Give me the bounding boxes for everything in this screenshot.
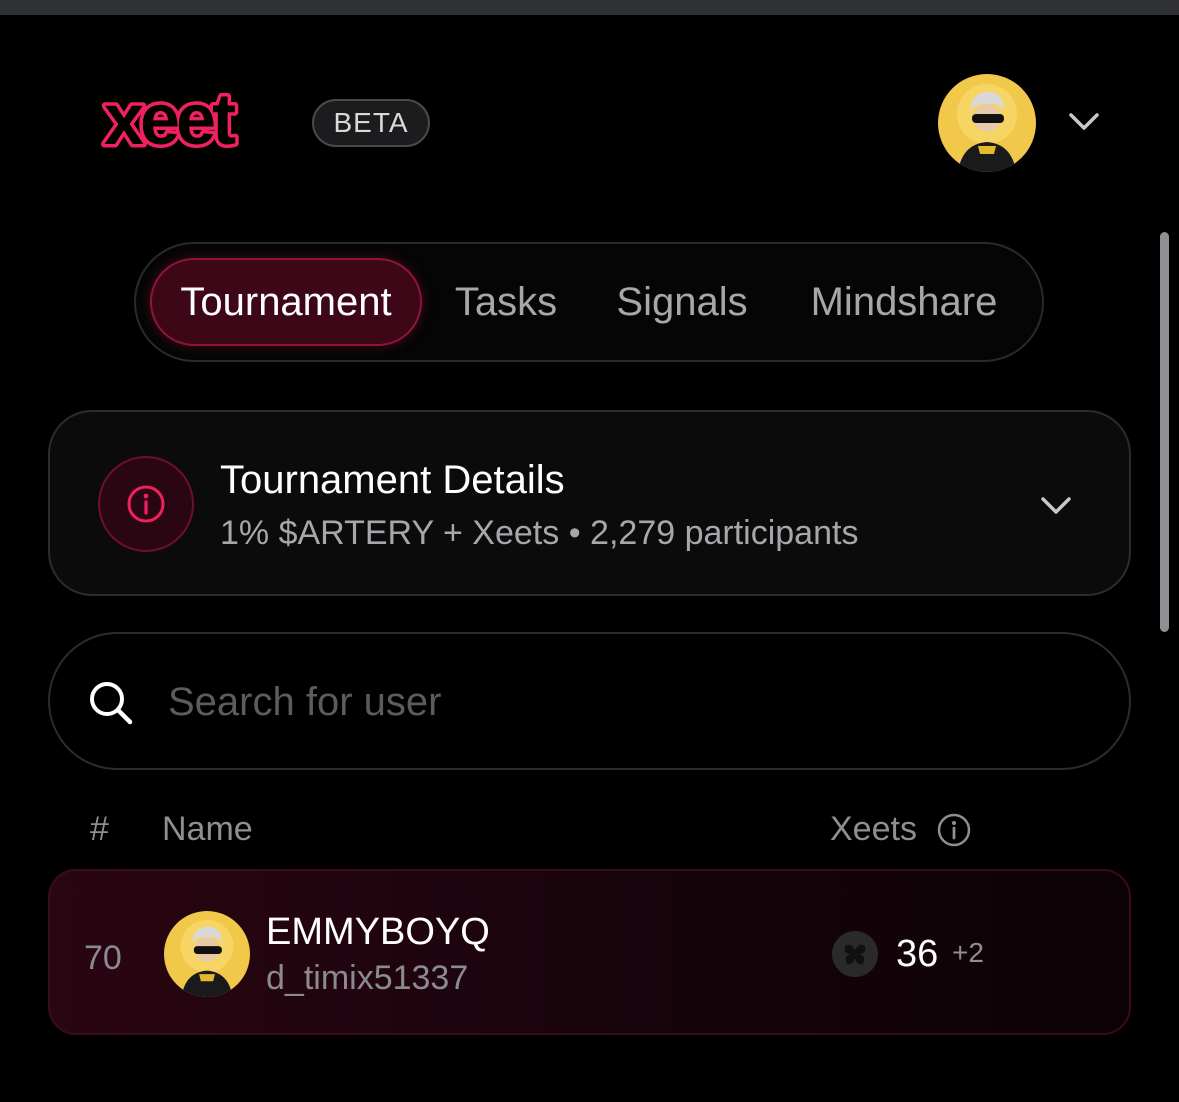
search-bar [48,632,1131,770]
column-header-name: Name [162,810,253,848]
window-top-bar [0,0,1179,15]
details-title: Tournament Details [220,458,565,502]
column-header-xeets: Xeets [830,810,917,848]
info-icon [98,456,194,552]
beta-badge: BETA [312,99,430,147]
row-handle: d_timix51337 [266,959,469,997]
tab-signals[interactable]: Signals [602,258,762,346]
row-display-name: EMMYBOYQ [266,911,490,953]
tab-tournament[interactable]: Tournament [150,258,422,346]
user-avatar[interactable] [938,74,1036,172]
chevron-down-icon[interactable] [1038,490,1074,520]
tab-mindshare[interactable]: Mindshare [792,258,1016,346]
column-header-rank: # [90,810,109,848]
chevron-down-icon[interactable] [1066,106,1102,136]
row-xeets-delta: +2 [952,937,984,968]
xeet-token-icon [832,931,878,977]
search-input[interactable] [168,670,1068,734]
tournament-details-card[interactable]: Tournament Details 1% $ARTERY + Xeets • … [48,410,1131,596]
tab-tasks[interactable]: Tasks [436,258,576,346]
table-row[interactable]: 70 EMMYBOYQ d_timix51337 36 +2 [48,869,1131,1035]
tab-bar: Tournament Tasks Signals Mindshare [134,242,1044,362]
scrollbar[interactable] [1160,232,1169,632]
row-xeets-score: 36 [896,933,939,975]
avatar [164,911,250,997]
svg-text:xeet: xeet [104,86,236,160]
search-icon [90,682,133,725]
row-rank: 70 [84,939,122,977]
info-icon[interactable] [936,812,972,848]
details-subtitle: 1% $ARTERY + Xeets • 2,279 participants [220,514,859,552]
xeet-logo[interactable]: xeet [50,86,286,160]
